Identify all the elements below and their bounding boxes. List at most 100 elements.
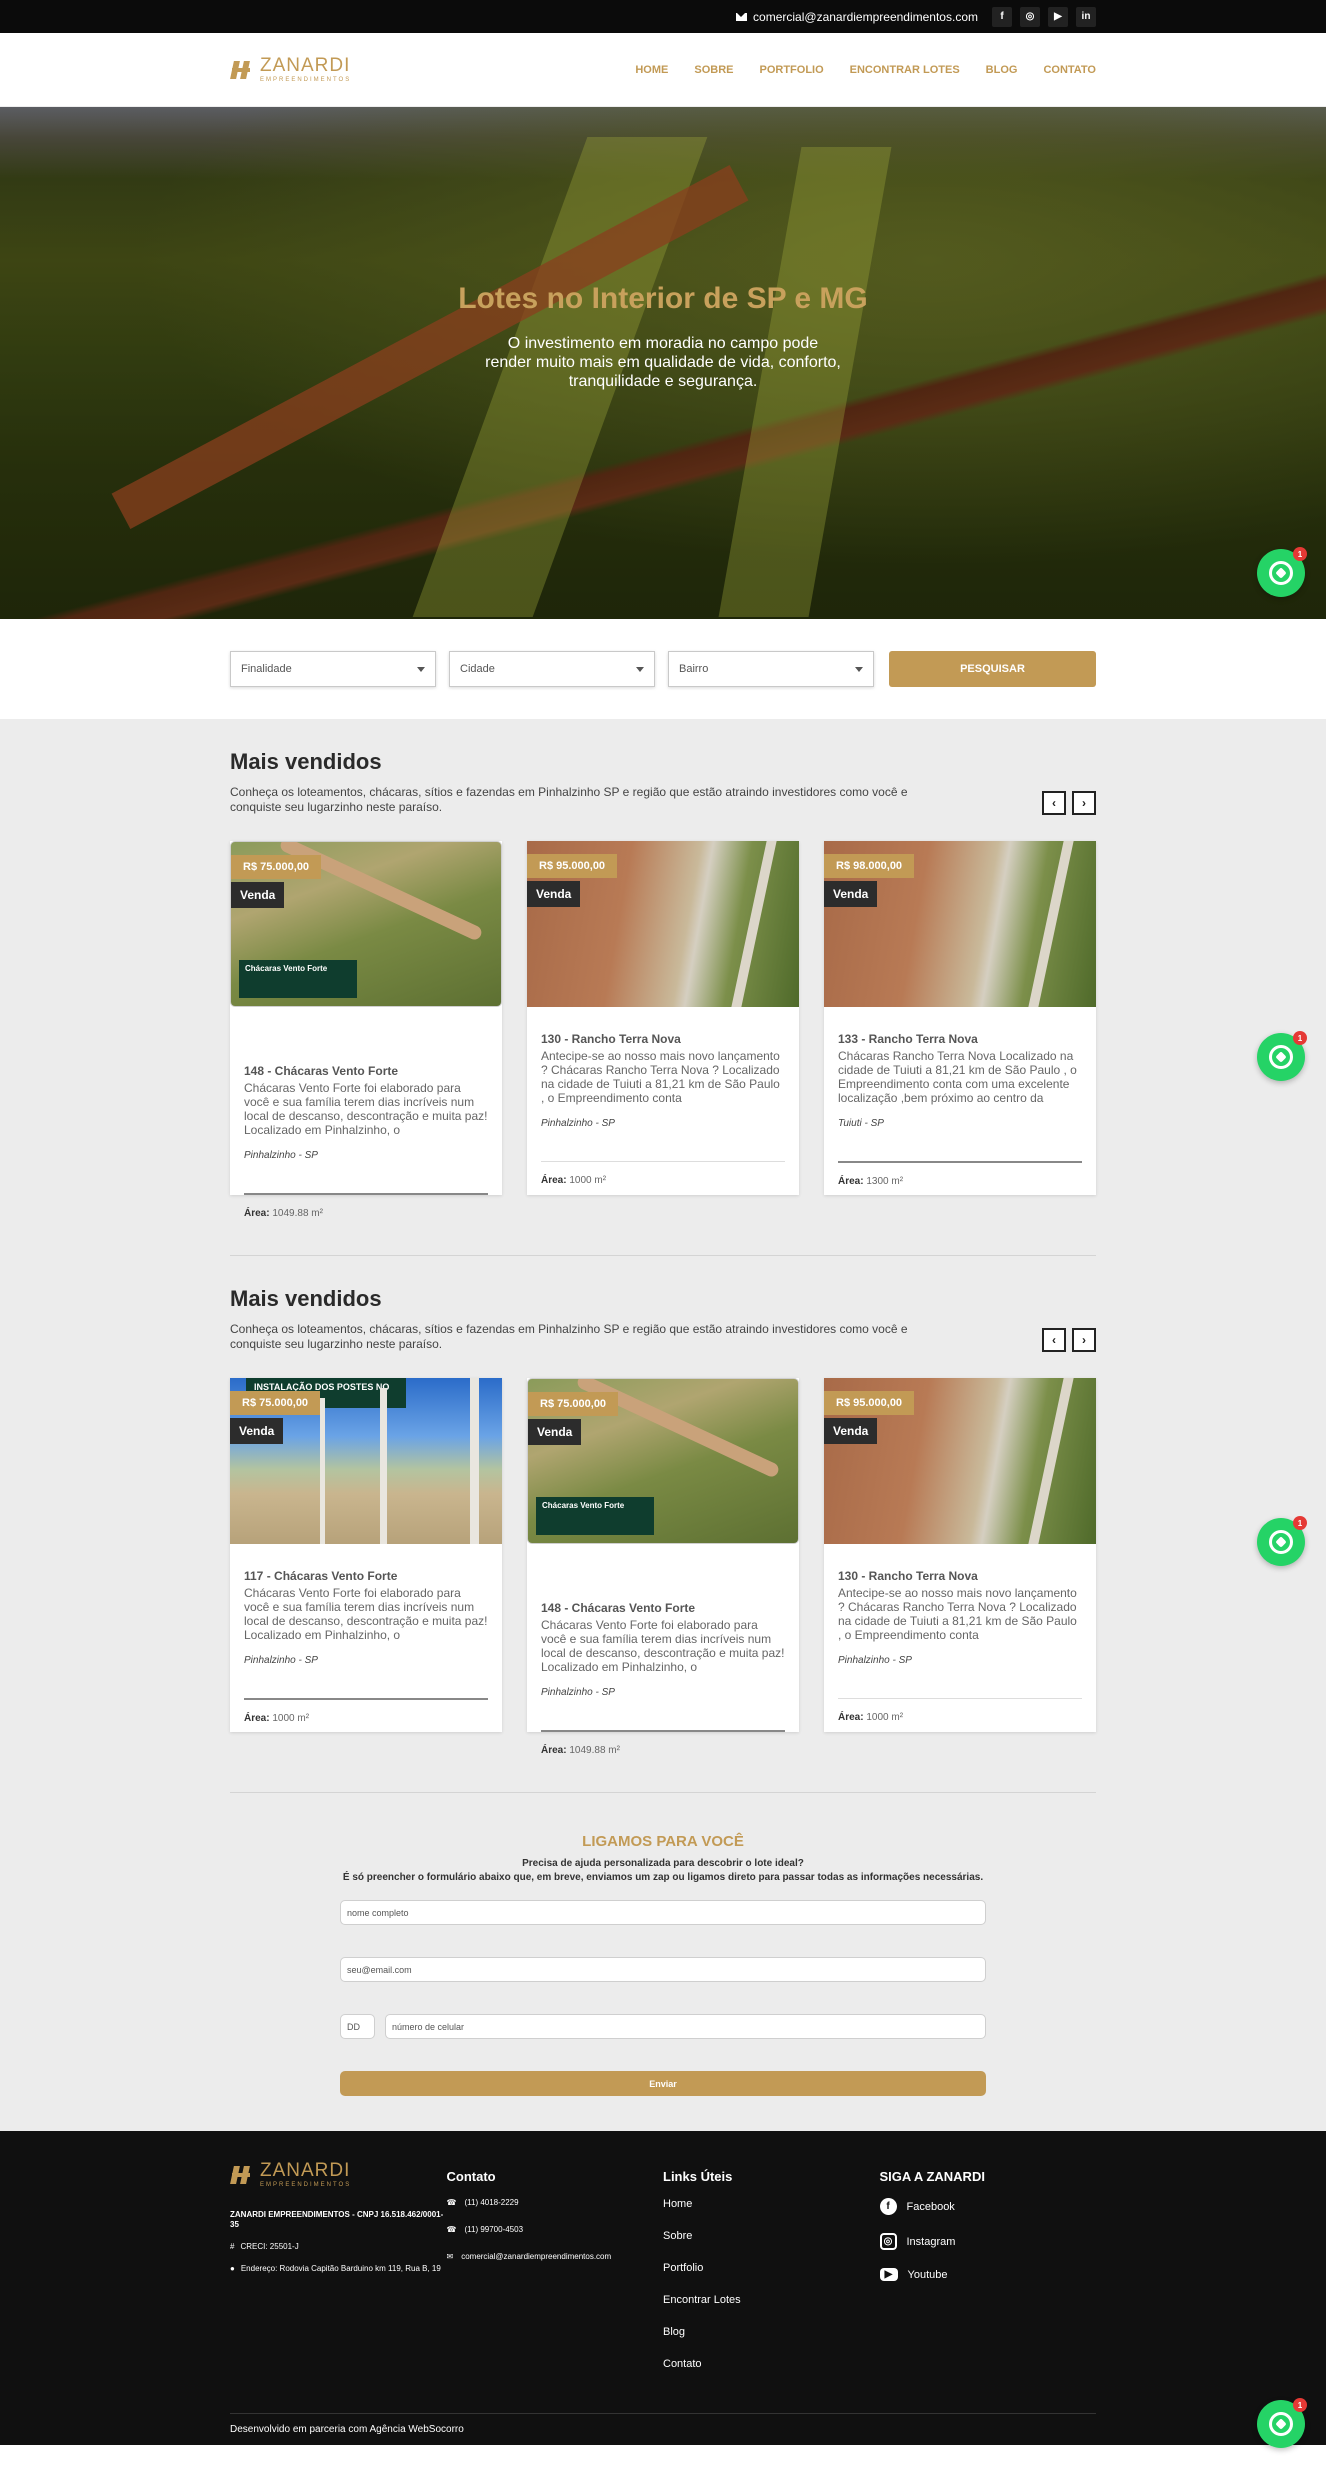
logo-brand: ZANARDI xyxy=(260,55,351,76)
footer-instagram[interactable]: ◎ Instagram xyxy=(879,2233,1097,2250)
mail-icon xyxy=(736,12,748,21)
property-card[interactable]: R$ 98.000,00 Venda 133 - Rancho Terra No… xyxy=(824,841,1096,1195)
whatsapp-button[interactable]: 1 xyxy=(1257,1516,1307,1566)
hero-title: Lotes no Interior de SP e MG xyxy=(458,282,868,315)
card-divider xyxy=(541,1730,785,1732)
send-button[interactable]: Enviar xyxy=(340,2071,986,2096)
logo-mark-icon xyxy=(230,2163,254,2187)
phone-icon: ☎ xyxy=(446,2198,457,2207)
footer-social-col: SIGA A ZANARDI f Facebook ◎ Instagram ▶ … xyxy=(879,2161,1097,2390)
price-badge: R$ 95.000,00 xyxy=(824,1391,915,1415)
whatsapp-button[interactable]: 1 xyxy=(1257,2398,1307,2448)
finalidade-value: Finalidade xyxy=(241,663,292,675)
card-divider xyxy=(244,1193,488,1195)
logo-mark-icon xyxy=(230,58,254,82)
card-divider xyxy=(838,1161,1082,1163)
card-title[interactable]: 117 - Chácaras Vento Forte xyxy=(244,1569,488,1583)
footer-phone-1[interactable]: ☎ (11) 4018-2229 xyxy=(447,2198,664,2207)
site-header: ZANARDI EMPREENDIMENTOS HOME SOBRE PORTF… xyxy=(0,33,1326,107)
footer-contact-col: Contato ☎ (11) 4018-2229 ☎ (11) 99700-45… xyxy=(447,2161,664,2390)
whatsapp-button[interactable]: 1 xyxy=(1257,1031,1307,1081)
property-card[interactable]: R$ 95.000,00 Venda 130 - Rancho Terra No… xyxy=(824,1378,1096,1732)
prev-arrow-icon[interactable]: ‹ xyxy=(1042,791,1066,815)
linkedin-icon[interactable]: in xyxy=(1076,6,1096,27)
footer-link-sobre[interactable]: Sobre xyxy=(663,2230,880,2242)
whatsapp-button[interactable]: 1 xyxy=(1257,547,1307,597)
youtube-icon[interactable]: ▶ xyxy=(1048,6,1068,27)
property-image[interactable]: Chácaras Vento Forte R$ 75.000,00 Venda xyxy=(230,841,502,1007)
top-email-text[interactable]: comercial@zanardiempreendimentos.com xyxy=(753,10,978,24)
property-card[interactable]: INSTALAÇÃO DOS POSTES NO CHÁCARAS R$ 75.… xyxy=(230,1378,502,1732)
footer-link-blog[interactable]: Blog xyxy=(663,2326,880,2338)
next-arrow-icon[interactable]: › xyxy=(1072,1328,1096,1352)
card-area: Área: 1049.88 m² xyxy=(244,1208,323,1219)
property-image[interactable]: INSTALAÇÃO DOS POSTES NO CHÁCARAS R$ 75.… xyxy=(230,1378,502,1544)
whatsapp-icon xyxy=(1269,1530,1293,1554)
youtube-icon: ▶ xyxy=(879,2268,898,2281)
footer-email[interactable]: ✉ comercial@zanardiempreendimentos.com xyxy=(447,2252,664,2261)
nav-home[interactable]: HOME xyxy=(635,64,668,76)
footer-link-portfolio[interactable]: Portfolio xyxy=(663,2262,880,2274)
property-image[interactable]: Chácaras Vento Forte R$ 75.000,00 Venda xyxy=(527,1378,799,1544)
price-badge: R$ 75.000,00 xyxy=(528,1392,619,1416)
email-input[interactable]: seu@email.com xyxy=(340,1957,986,1982)
top-email[interactable]: comercial@zanardiempreendimentos.com xyxy=(736,10,978,24)
card-divider xyxy=(541,1161,785,1162)
property-image[interactable]: R$ 95.000,00 Venda xyxy=(527,841,799,1007)
nav-portfolio[interactable]: PORTFOLIO xyxy=(759,64,823,76)
phone-icon: ☎ xyxy=(446,2225,457,2234)
notification-badge: 1 xyxy=(1293,2398,1307,2412)
card-title[interactable]: 130 - Rancho Terra Nova xyxy=(541,1032,785,1046)
card-title[interactable]: 130 - Rancho Terra Nova xyxy=(838,1569,1082,1583)
property-image[interactable]: R$ 95.000,00 Venda xyxy=(824,1378,1096,1544)
card-desc: Chácaras Vento Forte foi elaborado para … xyxy=(244,1586,488,1642)
search-button[interactable]: PESQUISAR xyxy=(889,651,1096,687)
chevron-down-icon xyxy=(417,666,425,672)
price-badge: R$ 75.000,00 xyxy=(230,1391,321,1415)
nav-encontrar-lotes[interactable]: ENCONTRAR LOTES xyxy=(850,64,960,76)
footer-link-contato[interactable]: Contato xyxy=(663,2358,880,2370)
nav-sobre[interactable]: SOBRE xyxy=(694,64,733,76)
next-arrow-icon[interactable]: › xyxy=(1072,791,1096,815)
card-city: Tuiuti - SP xyxy=(838,1118,884,1129)
footer-youtube[interactable]: ▶ Youtube xyxy=(879,2268,1097,2281)
bairro-value: Bairro xyxy=(679,663,709,675)
card-title[interactable]: 133 - Rancho Terra Nova xyxy=(838,1032,1082,1046)
footer-link-encontrar-lotes[interactable]: Encontrar Lotes xyxy=(663,2294,880,2306)
cidade-value: Cidade xyxy=(460,663,495,675)
property-image[interactable]: R$ 98.000,00 Venda xyxy=(824,841,1096,1007)
cidade-select[interactable]: Cidade xyxy=(449,651,655,687)
nav-contato[interactable]: CONTATO xyxy=(1043,64,1096,76)
footer-phone-2[interactable]: ☎ (11) 99700-4503 xyxy=(447,2225,664,2234)
card-title[interactable]: 148 - Chácaras Vento Forte xyxy=(244,1064,488,1078)
phone-input[interactable]: número de celular xyxy=(385,2014,986,2039)
chevron-down-icon xyxy=(636,666,644,672)
finalidade-select[interactable]: Finalidade xyxy=(230,651,436,687)
instagram-icon[interactable]: ◎ xyxy=(1020,6,1040,27)
property-card[interactable]: Chácaras Vento Forte R$ 75.000,00 Venda … xyxy=(230,841,502,1219)
instagram-icon: ◎ xyxy=(879,2233,897,2250)
name-input[interactable]: nome completo xyxy=(340,1900,986,1925)
hero-subtitle: O investimento em moradia no campo pode … xyxy=(485,335,841,390)
location-pin-icon: ● xyxy=(230,2264,235,2273)
prev-arrow-icon[interactable]: ‹ xyxy=(1042,1328,1066,1352)
facebook-icon[interactable]: f xyxy=(992,6,1012,27)
nav-blog[interactable]: BLOG xyxy=(986,64,1018,76)
card-title[interactable]: 148 - Chácaras Vento Forte xyxy=(541,1601,785,1615)
footer-link-home[interactable]: Home xyxy=(663,2198,880,2210)
footer-facebook[interactable]: f Facebook xyxy=(879,2198,1097,2215)
venda-badge: Venda xyxy=(231,882,285,908)
notification-badge: 1 xyxy=(1293,547,1307,561)
venda-badge: Venda xyxy=(528,1419,582,1445)
footer-logo[interactable]: ZANARDI EMPREENDIMENTOS xyxy=(230,2161,447,2188)
top-bar: comercial@zanardiempreendimentos.com f ◎… xyxy=(0,0,1326,33)
bairro-select[interactable]: Bairro xyxy=(668,651,874,687)
property-card[interactable]: Chácaras Vento Forte R$ 75.000,00 Venda … xyxy=(527,1378,799,1756)
logo[interactable]: ZANARDI EMPREENDIMENTOS xyxy=(230,56,351,83)
card-divider xyxy=(244,1698,488,1700)
card-city: Pinhalzinho - SP xyxy=(244,1655,318,1666)
footer-follow-title: SIGA A ZANARDI xyxy=(879,2169,985,2184)
chevron-down-icon xyxy=(855,666,863,672)
property-card[interactable]: R$ 95.000,00 Venda 130 - Rancho Terra No… xyxy=(527,841,799,1195)
ddd-input[interactable]: DD xyxy=(340,2014,375,2039)
